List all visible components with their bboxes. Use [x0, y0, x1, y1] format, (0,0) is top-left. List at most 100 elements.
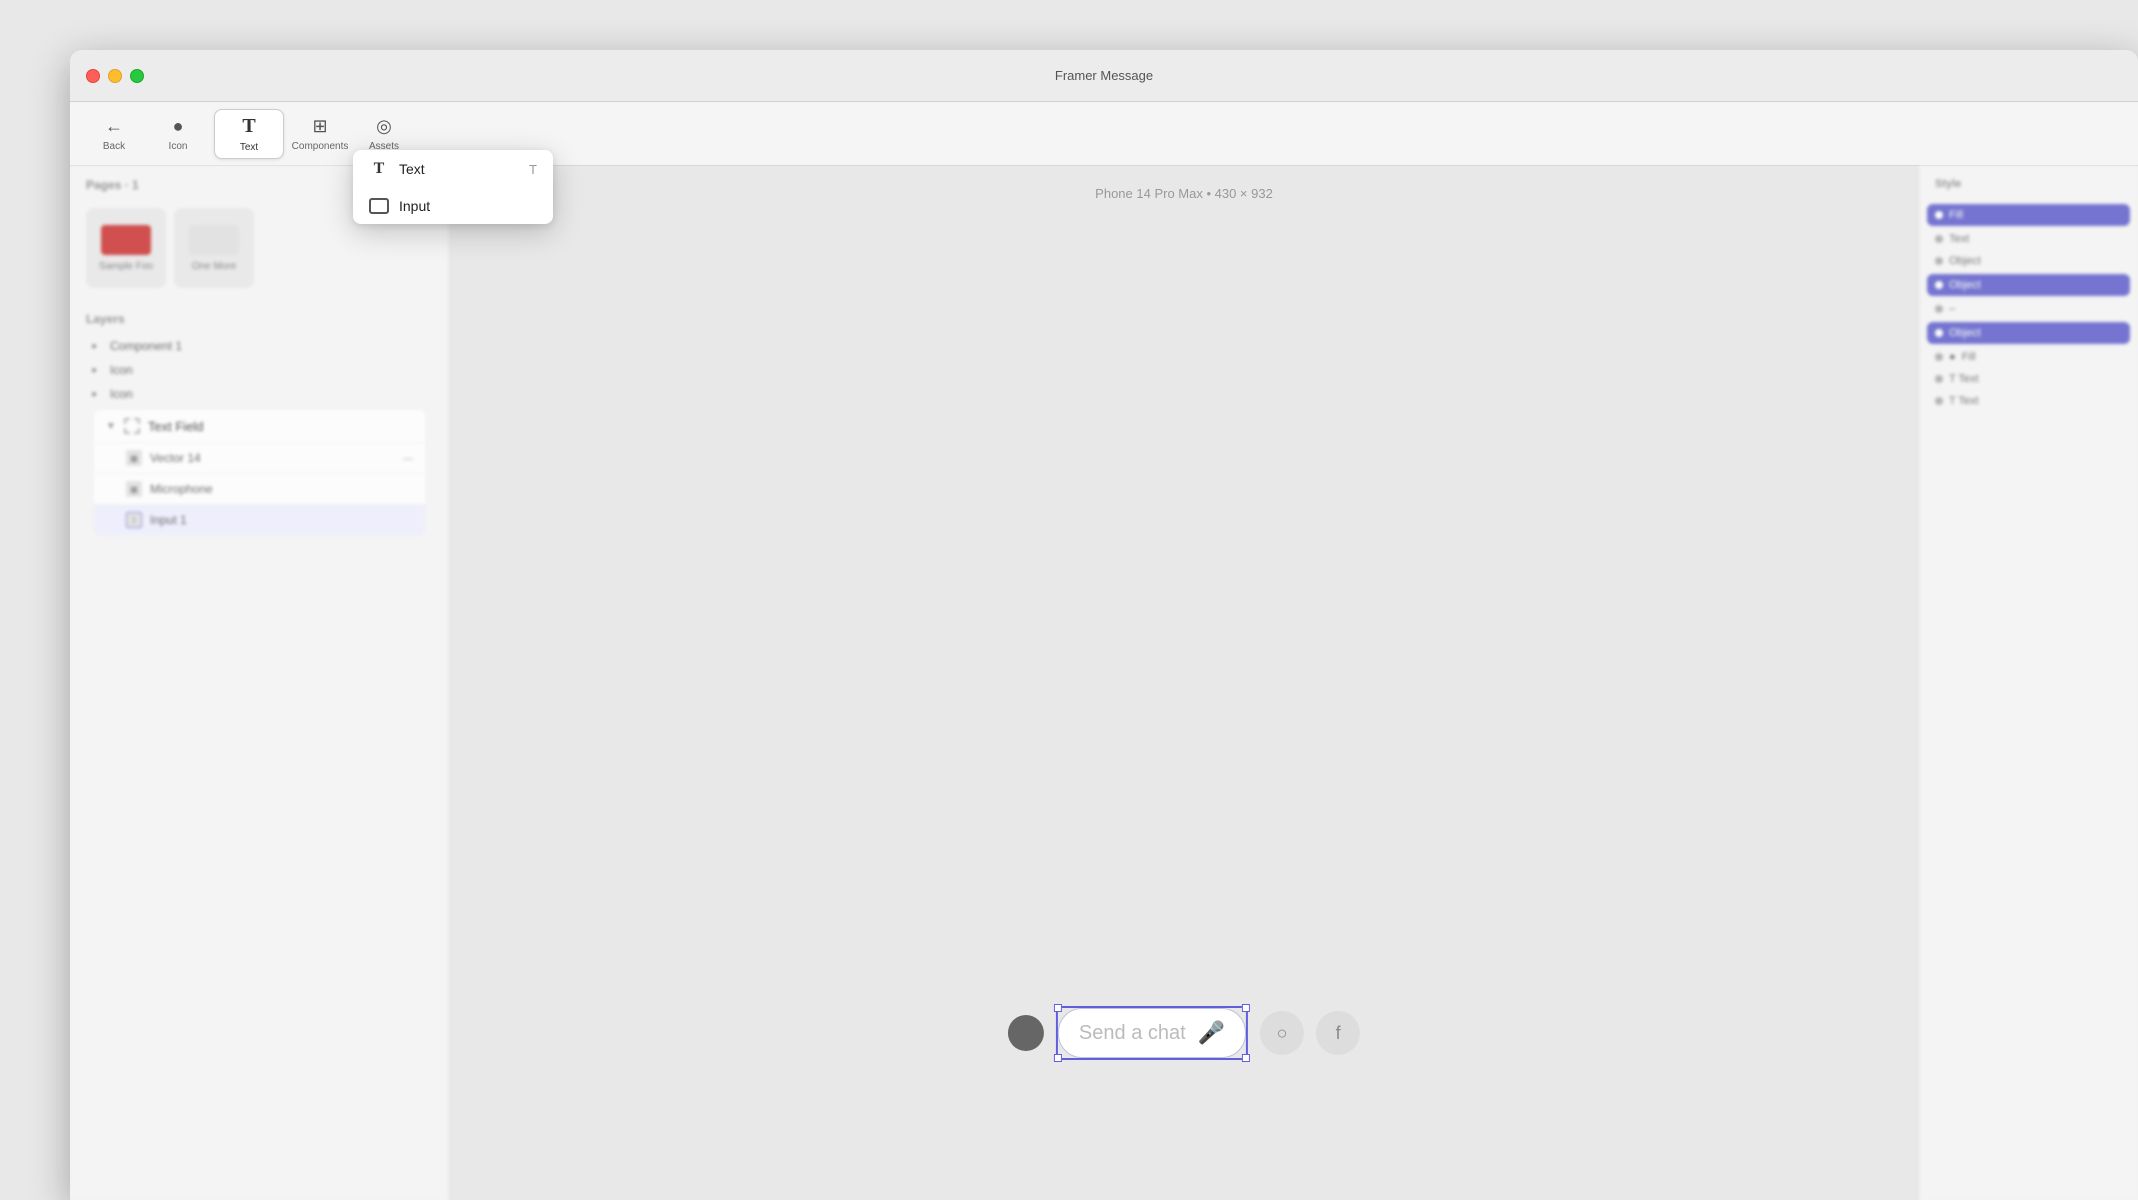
text-item-shortcut: T [529, 162, 537, 177]
handle-br[interactable] [1242, 1054, 1250, 1062]
extra1-label: ● [1949, 351, 1956, 363]
icon-tool-button[interactable]: ● Icon [150, 109, 206, 159]
thumb-label-1: Sample Foo [99, 261, 153, 272]
layer-item-icon2[interactable]: ● Icon [86, 382, 433, 406]
text2-dot [1935, 375, 1943, 383]
fill-dot [1935, 211, 1943, 219]
obj3-dot [1935, 305, 1943, 313]
sub-layer-microphone[interactable]: ▦ Microphone [94, 473, 425, 504]
right-sidebar-obj1[interactable]: Object [1919, 250, 2138, 272]
thumb-preview-1 [101, 225, 151, 255]
left-sidebar: Pages · 1 Sample Foo One More Layers ● C… [70, 166, 450, 1200]
canvas-info: Phone 14 Pro Max • 430 × 932 [1095, 186, 1273, 201]
input1-label: Input 1 [150, 513, 187, 527]
canvas-chat-component[interactable]: Send a chat 🎤 ○ f [1008, 1006, 1360, 1060]
right-sidebar-fill[interactable]: Fill [1927, 204, 2130, 226]
obj1-dot [1935, 257, 1943, 265]
component-thumb-2[interactable]: One More [174, 208, 254, 288]
right-sidebar-text2[interactable]: T Text [1919, 368, 2138, 390]
icon2-layer-label: Icon [110, 387, 133, 401]
minimize-button[interactable] [108, 69, 122, 83]
obj2-label: Object [1949, 279, 1981, 291]
chat-action-btn-1[interactable]: ○ [1260, 1011, 1304, 1055]
assets-icon: ◎ [376, 116, 392, 137]
obj3-label: – [1949, 303, 1955, 315]
layer-item-icon1[interactable]: ● Icon [86, 358, 433, 382]
obj4-label: Object [1949, 327, 1981, 339]
app-window: Framer Message ← Back ● Icon T Text ⊞ Co… [70, 50, 2138, 1200]
back-icon: ← [105, 116, 123, 137]
window-title: Framer Message [1055, 68, 1153, 83]
text-field-frame-icon [124, 418, 140, 434]
thumb-label-2: One More [192, 261, 236, 272]
text-dropdown-item-input[interactable]: Input [353, 188, 553, 224]
right-sidebar-obj2[interactable]: Object [1927, 274, 2130, 296]
chat-action-btn-2[interactable]: f [1316, 1011, 1360, 1055]
canvas-area[interactable]: Phone 14 Pro Max • 430 × 932 Send a ch [450, 166, 1918, 1200]
icon1-layer-label: Icon [110, 363, 133, 377]
text-tool-button[interactable]: T Text [214, 109, 284, 159]
input-item-icon [369, 198, 389, 214]
layer-item-component[interactable]: ● Component 1 [86, 334, 433, 358]
microphone-icon: ▦ [126, 481, 142, 497]
components-icon: ⊞ [312, 116, 327, 137]
text-dropdown-item-text[interactable]: T Text T [353, 150, 553, 188]
back-label: Back [103, 141, 125, 152]
handle-tr[interactable] [1242, 1004, 1250, 1012]
input-item-label: Input [399, 198, 430, 214]
chat-placeholder-text: Send a chat [1079, 1022, 1186, 1045]
handle-tl[interactable] [1054, 1004, 1062, 1012]
right-sidebar-text3[interactable]: T Text [1919, 390, 2138, 412]
obj4-dot [1935, 329, 1943, 337]
chat-input-field[interactable]: Send a chat 🎤 [1058, 1008, 1246, 1058]
right-sidebar-extra1[interactable]: ● Fill [1919, 346, 2138, 368]
text-field-header[interactable]: ▼ Text Field [94, 410, 425, 442]
microphone-label: Microphone [150, 482, 213, 496]
text3-dot [1935, 397, 1943, 405]
icon-tool-label: Icon [169, 141, 188, 152]
text1-label: Text [1949, 233, 1969, 245]
layers-title: Layers [86, 312, 433, 326]
vector14-label: Vector 14 [150, 451, 201, 465]
sub-layer-vector14[interactable]: ▦ Vector 14 〰 [94, 442, 425, 473]
right-sidebar-obj3[interactable]: – [1919, 298, 2138, 320]
text3-label: T Text [1949, 395, 1979, 407]
extra1-dot [1935, 353, 1943, 361]
sub-layer-input1[interactable]: I Input 1 [94, 504, 425, 535]
maximize-button[interactable] [130, 69, 144, 83]
chat-avatar [1008, 1015, 1044, 1051]
fill-label: Fill [1949, 209, 1963, 221]
right-sidebar-text1[interactable]: Text [1919, 228, 2138, 250]
thumb-preview-2 [189, 225, 239, 255]
text-item-label: Text [399, 161, 425, 177]
layers-section: Layers ● Component 1 ● Icon ● Icon ▼ [70, 304, 449, 547]
vector14-extra-icon: 〰 [403, 451, 413, 466]
text-dropdown-menu: T Text T Input [353, 150, 553, 224]
components-tool-button[interactable]: ⊞ Components [292, 109, 348, 159]
icon1-layer-icon: ● [86, 362, 102, 378]
obj1-label: Object [1949, 255, 1981, 267]
handle-bl[interactable] [1054, 1054, 1062, 1062]
component-layer-icon: ● [86, 338, 102, 354]
text1-dot [1935, 235, 1943, 243]
right-sidebar: Style Fill Text Object Object – [1918, 166, 2138, 1200]
close-button[interactable] [86, 69, 100, 83]
back-button[interactable]: ← Back [86, 109, 142, 159]
obj2-dot [1935, 281, 1943, 289]
title-bar: Framer Message [70, 50, 2138, 102]
text2-label: T Text [1949, 373, 1979, 385]
component-thumb-1[interactable]: Sample Foo [86, 208, 166, 288]
main-content: Pages · 1 Sample Foo One More Layers ● C… [70, 166, 2138, 1200]
expand-icon: ▼ [106, 421, 116, 432]
microphone-icon-canvas: 🎤 [1198, 1020, 1225, 1046]
text-tool-t-icon: T [242, 115, 255, 138]
text-field-layer-group: ▼ Text Field ▦ Vector 14 〰 ▦ Microphone [94, 410, 425, 535]
text-field-label: Text Field [148, 419, 413, 434]
components-label: Components [292, 141, 349, 152]
traffic-lights [86, 69, 144, 83]
icon2-layer-icon: ● [86, 386, 102, 402]
vector14-icon: ▦ [126, 450, 142, 466]
right-sidebar-header: Style [1919, 166, 2138, 202]
selection-box: Send a chat 🎤 [1056, 1006, 1248, 1060]
right-sidebar-obj4[interactable]: Object [1927, 322, 2130, 344]
